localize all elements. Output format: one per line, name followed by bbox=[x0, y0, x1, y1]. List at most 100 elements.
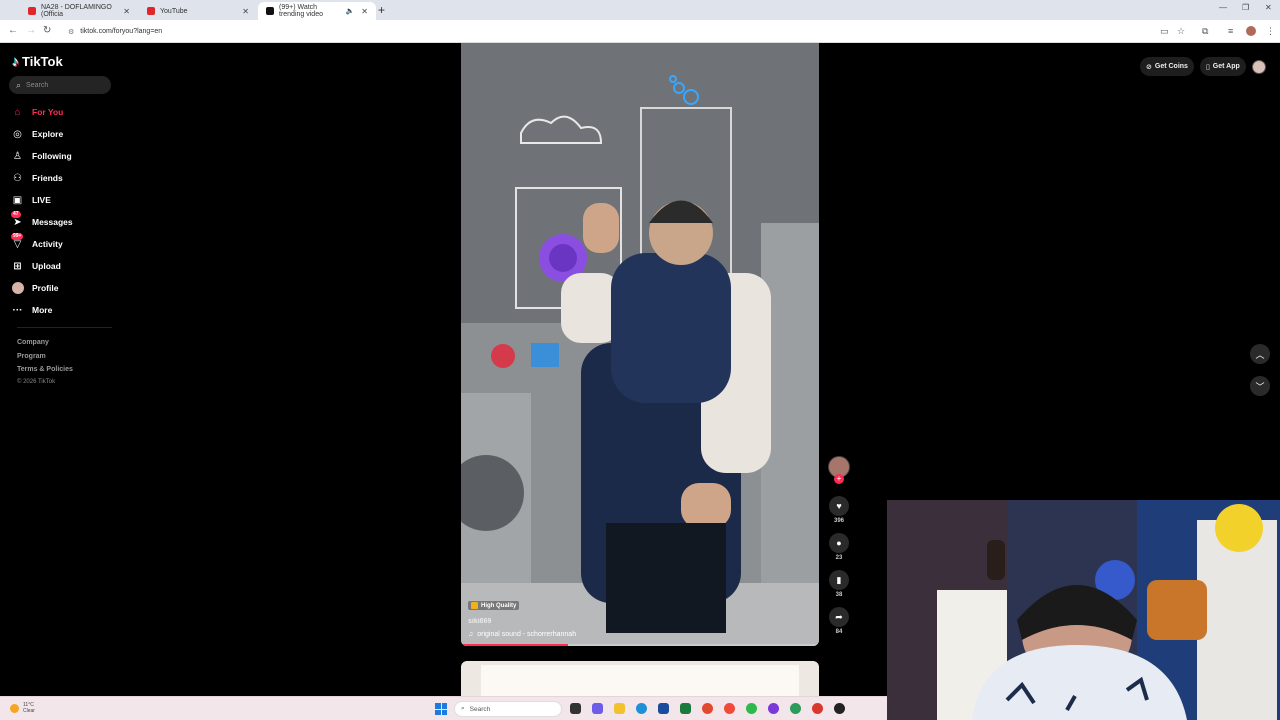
cast-icon[interactable]: ▭ bbox=[1160, 26, 1169, 37]
os-taskbar: 11°C Clear ⌕ Search bbox=[0, 696, 887, 720]
sidebar-footer: Company Program Terms & Policies © 2026 … bbox=[17, 336, 73, 387]
windows-start-icon[interactable] bbox=[435, 703, 447, 715]
sidebar-item-label: Explore bbox=[32, 129, 64, 139]
coin-icon: ⊘ bbox=[1146, 63, 1152, 71]
footer-link-company[interactable]: Company bbox=[17, 336, 73, 350]
high-quality-badge: High Quality bbox=[468, 601, 520, 610]
address-bar[interactable]: ⚙ tiktok.com/foryou?lang=en bbox=[60, 23, 1150, 40]
sidebar-item-messages[interactable]: ➤ 47 Messages bbox=[11, 211, 121, 233]
browser-tab[interactable]: YouTube ✕ bbox=[139, 2, 257, 20]
video-progress-bar[interactable] bbox=[461, 644, 819, 646]
video-progress-fill bbox=[461, 644, 569, 646]
messages-badge: 47 bbox=[11, 211, 21, 218]
creator-avatar[interactable]: + bbox=[828, 456, 850, 484]
brave-icon[interactable] bbox=[724, 703, 735, 714]
excel-icon[interactable] bbox=[680, 703, 691, 714]
taskbar-search[interactable]: ⌕ Search bbox=[454, 701, 562, 717]
hq-icon bbox=[471, 602, 478, 609]
browser-tab-active[interactable]: (99+) Watch trending video 🔈 ✕ bbox=[258, 2, 376, 20]
close-icon[interactable]: ✕ bbox=[123, 7, 130, 16]
footer-link-program[interactable]: Program bbox=[17, 350, 73, 364]
chrome-profile-icon[interactable] bbox=[790, 703, 801, 714]
search-input[interactable]: ⌕ Search bbox=[9, 76, 111, 94]
back-icon[interactable]: ← bbox=[8, 25, 18, 36]
comment-button[interactable]: ● bbox=[829, 533, 849, 553]
site-info-icon[interactable]: ⚙ bbox=[68, 28, 74, 36]
webcam-image bbox=[887, 500, 1280, 720]
sidebar-item-explore[interactable]: ◎ Explore bbox=[11, 123, 121, 145]
activity-badge: 99+ bbox=[11, 233, 24, 240]
sidebar-item-label: Messages bbox=[32, 217, 73, 227]
vpn-icon[interactable]: ≡ bbox=[1228, 26, 1233, 36]
chrome-alt-icon[interactable] bbox=[812, 703, 823, 714]
browser-toolbar: ← → ↻ ⚙ tiktok.com/foryou?lang=en ▭ ☆ ⧉ … bbox=[0, 20, 1280, 43]
task-view-icon[interactable] bbox=[570, 703, 581, 714]
next-video-button[interactable]: ﹀ bbox=[1250, 376, 1270, 396]
sidebar-item-following[interactable]: ♙ Following bbox=[11, 145, 121, 167]
follow-plus-icon[interactable]: + bbox=[834, 474, 844, 484]
sidebar-item-more[interactable]: ··· More bbox=[11, 299, 121, 321]
get-app-button[interactable]: ▯ Get App bbox=[1199, 57, 1246, 76]
chevron-down-icon: ﹀ bbox=[1255, 381, 1265, 392]
close-icon[interactable]: ✕ bbox=[242, 7, 249, 16]
get-coins-button[interactable]: ⊘ Get Coins bbox=[1140, 57, 1194, 76]
forward-icon[interactable]: → bbox=[26, 25, 36, 36]
browser-menu-icon[interactable]: ⋮ bbox=[1266, 26, 1275, 37]
video-frame-image bbox=[461, 43, 819, 646]
sidebar-nav: ⌂ For You ◎ Explore ♙ Following ⚇ Friend… bbox=[11, 101, 121, 321]
browser-profile-avatar[interactable] bbox=[1246, 26, 1256, 36]
obs-icon[interactable] bbox=[834, 703, 845, 714]
close-icon[interactable]: ✕ bbox=[361, 7, 368, 16]
sidebar-item-upload[interactable]: ⊞ Upload bbox=[11, 255, 121, 277]
weather-text: 11°C Clear bbox=[23, 702, 35, 714]
heart-icon: ♥ bbox=[836, 501, 842, 511]
sidebar-item-friends[interactable]: ⚇ Friends bbox=[11, 167, 121, 189]
footer-link-terms[interactable]: Terms & Policies bbox=[17, 363, 73, 377]
compass-icon: ◎ bbox=[13, 128, 22, 140]
comment-count: 23 bbox=[835, 555, 843, 561]
browser-tab[interactable]: NA28 - DOFLAMINGO (Officia ✕ bbox=[20, 2, 138, 20]
youtube-icon bbox=[28, 7, 36, 15]
sun-icon bbox=[10, 703, 19, 713]
sidebar-item-activity[interactable]: ▽ 99+ Activity bbox=[11, 233, 121, 255]
search-placeholder: Search bbox=[26, 81, 49, 89]
bookmark-star-icon[interactable]: ☆ bbox=[1177, 26, 1185, 37]
share-button[interactable]: ➦ bbox=[829, 607, 849, 627]
video-player[interactable]: High Quality siki869 ♫ original sound - … bbox=[461, 43, 819, 646]
store-icon[interactable] bbox=[658, 703, 669, 714]
share-arrow-icon: ➦ bbox=[835, 611, 843, 622]
save-button[interactable]: ▮ bbox=[829, 570, 849, 590]
next-video-preview[interactable] bbox=[461, 661, 819, 701]
live-icon: ▣ bbox=[12, 194, 23, 206]
window-close-icon[interactable]: ✕ bbox=[1265, 3, 1272, 12]
search-icon: ⌕ bbox=[16, 79, 22, 90]
video-sound[interactable]: ♫ original sound - schorrerhannah bbox=[468, 631, 576, 638]
sidebar-item-profile[interactable]: Profile bbox=[11, 277, 121, 299]
video-author[interactable]: siki869 bbox=[468, 618, 576, 625]
sidebar-item-for-you[interactable]: ⌂ For You bbox=[11, 101, 121, 123]
minimize-icon[interactable]: — bbox=[1219, 3, 1227, 12]
taskbar-search-placeholder: Search bbox=[469, 705, 491, 713]
like-button[interactable]: ♥ bbox=[829, 496, 849, 516]
sidebar-item-label: Activity bbox=[32, 239, 63, 249]
copyright: © 2026 TikTok bbox=[17, 378, 56, 385]
previous-video-button[interactable]: ︿ bbox=[1250, 344, 1270, 364]
speaker-icon[interactable]: 🔈 bbox=[346, 7, 355, 15]
twitch-icon[interactable] bbox=[768, 703, 779, 714]
new-tab-icon[interactable]: + bbox=[378, 3, 385, 17]
edge-icon[interactable] bbox=[636, 703, 647, 714]
user-icon: ♙ bbox=[13, 150, 22, 162]
copilot-icon[interactable] bbox=[592, 703, 603, 714]
chrome-icon[interactable] bbox=[702, 703, 713, 714]
user-avatar[interactable] bbox=[1251, 59, 1266, 74]
whatsapp-icon[interactable] bbox=[746, 703, 757, 714]
tiktok-logo[interactable]: ♪ TikTok bbox=[12, 53, 63, 69]
file-explorer-icon[interactable] bbox=[614, 703, 625, 714]
sidebar-item-label: For You bbox=[32, 107, 64, 117]
weather-widget[interactable]: 11°C Clear bbox=[10, 702, 35, 714]
restore-icon[interactable]: ❐ bbox=[1242, 3, 1249, 12]
tab-title: (99+) Watch trending video bbox=[279, 4, 323, 18]
sidebar-item-live[interactable]: ▣ LIVE bbox=[11, 189, 121, 211]
reload-icon[interactable]: ↻ bbox=[43, 25, 51, 36]
extensions-icon[interactable]: ⧉ bbox=[1202, 26, 1208, 37]
